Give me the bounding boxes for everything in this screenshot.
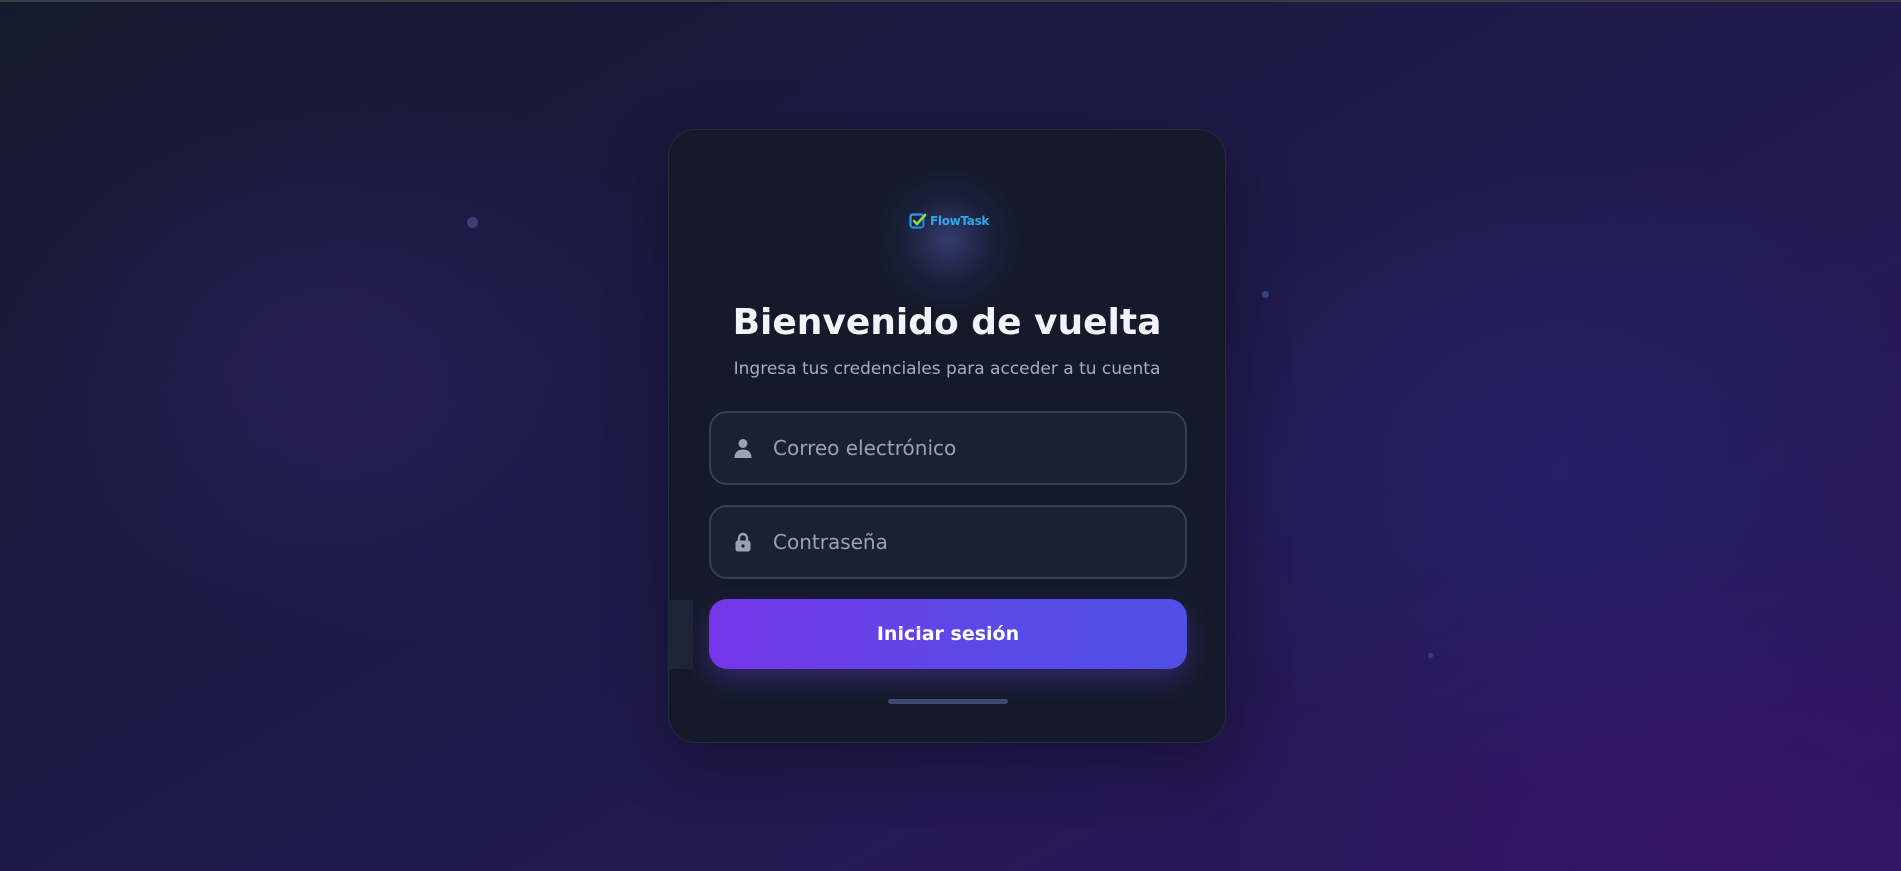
brand-name: FlowTask xyxy=(930,214,990,228)
email-input[interactable] xyxy=(771,435,1165,461)
lock-icon xyxy=(731,530,755,554)
page-subtitle: Ingresa tus credenciales para acceder a … xyxy=(733,359,1161,379)
email-field[interactable] xyxy=(709,411,1187,485)
brand-logo: FlowTask xyxy=(909,209,991,233)
page-title: Bienvenido de vuelta xyxy=(732,302,1162,343)
logo-glow xyxy=(868,170,1028,310)
side-tab xyxy=(669,600,693,669)
user-icon xyxy=(731,436,755,460)
password-field[interactable] xyxy=(709,505,1187,579)
background-dot xyxy=(1428,653,1433,658)
background-dot xyxy=(1262,291,1269,298)
background-dot xyxy=(467,217,478,228)
top-border xyxy=(0,0,1901,2)
check-square-icon xyxy=(909,213,927,229)
login-button[interactable]: Iniciar sesión xyxy=(709,599,1187,669)
password-input[interactable] xyxy=(771,529,1165,555)
home-indicator xyxy=(888,699,1008,704)
login-card: FlowTask Bienvenido de vuelta Ingresa tu… xyxy=(668,129,1226,743)
